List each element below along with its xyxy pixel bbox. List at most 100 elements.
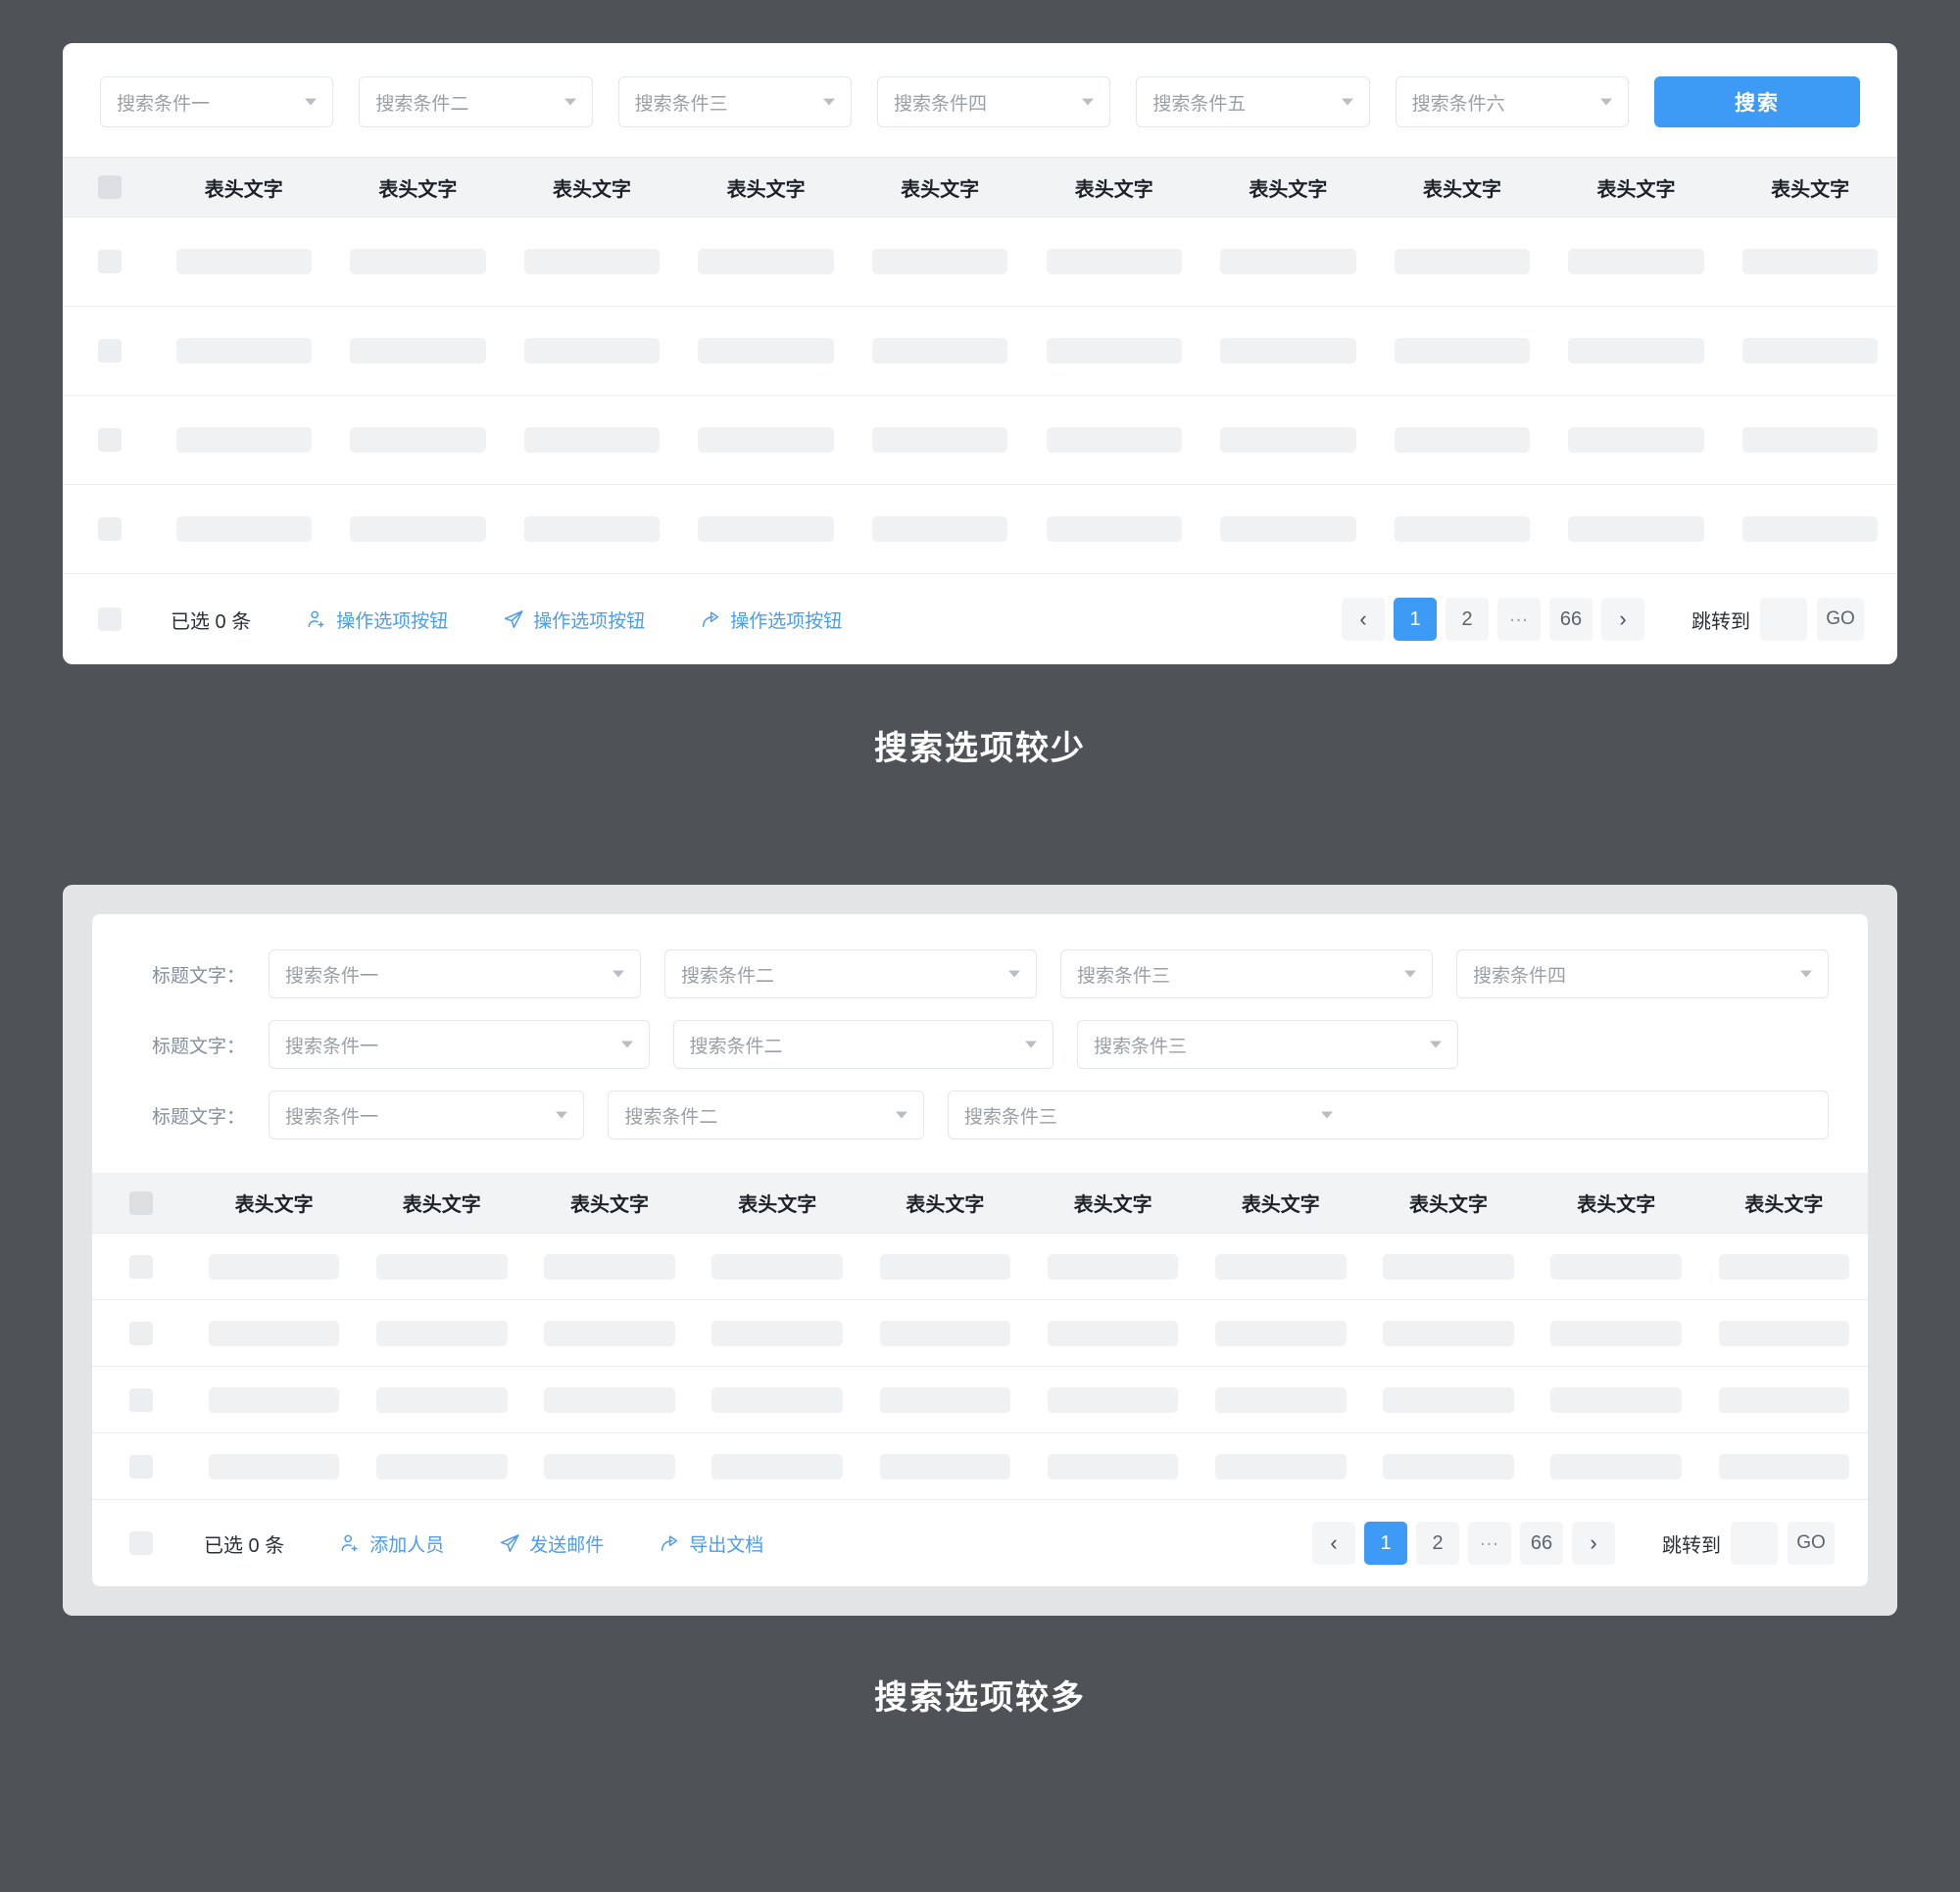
page-button-1[interactable]: 1	[1394, 598, 1437, 641]
table-row[interactable]	[92, 1300, 1868, 1367]
row-checkbox[interactable]	[129, 1254, 153, 1279]
form-select-1-2[interactable]: 搜索条件二	[664, 949, 1037, 998]
page-ellipsis[interactable]: ...	[1468, 1522, 1511, 1565]
chevron-down-icon	[620, 1041, 633, 1048]
table-cell	[157, 338, 331, 364]
header-checkbox-cell[interactable]	[92, 1190, 190, 1215]
row-checkbox-cell[interactable]	[63, 339, 157, 363]
action-button-2[interactable]: 操作选项按钮	[503, 606, 645, 633]
form-select-2-3[interactable]: 搜索条件三	[1077, 1020, 1458, 1069]
table-cell	[1197, 1453, 1364, 1480]
jump-page-input[interactable]	[1760, 598, 1807, 641]
row-checkbox-cell[interactable]	[92, 1321, 190, 1345]
row-checkbox[interactable]	[98, 250, 122, 273]
search-select-6[interactable]: 搜索条件六	[1395, 76, 1629, 127]
row-checkbox-cell[interactable]	[63, 250, 157, 273]
table-row[interactable]	[92, 1367, 1868, 1433]
card-more-search-options: 标题文字： 搜索条件一 搜索条件二 搜索条件三 搜索条件四 标题文字： 搜索条件一 搜索条件二…	[63, 885, 1897, 1616]
row-checkbox[interactable]	[98, 517, 122, 541]
placeholder-bar	[175, 338, 313, 364]
table-row[interactable]	[92, 1433, 1868, 1500]
search-select-1[interactable]: 搜索条件一	[100, 76, 334, 127]
prev-page-button[interactable]: ‹	[1342, 598, 1385, 641]
search-select-4[interactable]: 搜索条件四	[876, 76, 1111, 127]
table-cell	[1375, 516, 1549, 542]
row-checkbox[interactable]	[129, 1454, 153, 1479]
row-checkbox[interactable]	[129, 1321, 153, 1345]
form-select-1-1[interactable]: 搜索条件一	[269, 949, 641, 998]
table-cell	[1029, 1453, 1197, 1480]
table-body	[92, 1234, 1868, 1500]
search-select-3[interactable]: 搜索条件三	[617, 76, 852, 127]
table-row[interactable]	[63, 396, 1897, 485]
select-all-checkbox[interactable]	[98, 175, 122, 199]
row-checkbox-cell[interactable]	[92, 1454, 190, 1479]
form-select-3-1[interactable]: 搜索条件一	[269, 1091, 585, 1140]
go-button[interactable]: GO	[1817, 598, 1864, 641]
search-select-value: 搜索条件三	[634, 93, 728, 115]
table-cell	[679, 516, 854, 542]
action-button-1[interactable]: 添加人员	[339, 1530, 444, 1557]
column-header: 表头文字	[1409, 1194, 1489, 1216]
chevron-down-icon	[1082, 98, 1095, 106]
form-select-3-2[interactable]: 搜索条件二	[608, 1091, 924, 1140]
placeholder-bar	[523, 516, 661, 542]
table-cell	[1029, 1386, 1197, 1413]
placeholder-bar	[1741, 249, 1879, 274]
jump-to-page: 跳转到 GO	[1662, 1522, 1835, 1565]
select-all-checkbox[interactable]	[129, 1531, 153, 1555]
row-checkbox[interactable]	[98, 339, 122, 363]
header-checkbox-cell[interactable]	[63, 175, 157, 199]
table-row[interactable]	[92, 1234, 1868, 1300]
search-select-value: 搜索条件一	[117, 93, 211, 115]
table-footer: 已选 0 条 操作选项按钮 操作选项按钮 操作选项按钮 ‹ 1 2... 66 › 跳转到 …	[63, 574, 1897, 664]
placeholder-bar	[1718, 1453, 1850, 1480]
column-header: 表头文字	[570, 1194, 649, 1216]
select-all-checkbox[interactable]	[129, 1190, 153, 1215]
jump-page-input[interactable]	[1731, 1522, 1778, 1565]
table-row[interactable]	[63, 218, 1897, 307]
next-page-button[interactable]: ›	[1601, 598, 1644, 641]
form-select-1-4[interactable]: 搜索条件四	[1456, 949, 1829, 998]
go-button[interactable]: GO	[1788, 1522, 1835, 1565]
page-button-2[interactable]: 2	[1416, 1522, 1459, 1565]
next-page-button[interactable]: ›	[1572, 1522, 1615, 1565]
form-select-value: 搜索条件四	[1473, 965, 1567, 987]
row-checkbox-cell[interactable]	[63, 517, 157, 541]
placeholder-bar	[350, 338, 486, 364]
page-button-1[interactable]: 1	[1364, 1522, 1407, 1565]
select-all-checkbox[interactable]	[98, 607, 122, 631]
table-cell	[505, 427, 679, 453]
search-button[interactable]: 搜索	[1653, 76, 1860, 127]
send-icon	[499, 1532, 520, 1554]
placeholder-bar	[523, 427, 661, 453]
page-button-66[interactable]: 66	[1549, 598, 1592, 641]
row-checkbox-cell[interactable]	[92, 1387, 190, 1412]
form-select-2-2[interactable]: 搜索条件二	[672, 1020, 1054, 1069]
form-select-3-3[interactable]: 搜索条件三	[947, 1091, 1830, 1140]
selected-count-label: 已选 0 条	[204, 1534, 285, 1557]
form-select-1-3[interactable]: 搜索条件三	[1060, 949, 1433, 998]
action-button-2[interactable]: 发送邮件	[499, 1530, 604, 1557]
row-checkbox-cell[interactable]	[63, 428, 157, 452]
search-select-value: 搜索条件六	[1411, 93, 1505, 115]
page-ellipsis[interactable]: ...	[1497, 598, 1541, 641]
search-select-2[interactable]: 搜索条件二	[359, 76, 593, 127]
search-select-5[interactable]: 搜索条件五	[1136, 76, 1370, 127]
action-button-1[interactable]: 操作选项按钮	[306, 606, 448, 633]
form-select-2-1[interactable]: 搜索条件一	[269, 1020, 650, 1069]
prev-page-button[interactable]: ‹	[1312, 1522, 1355, 1565]
form-row-3: 标题文字： 搜索条件一 搜索条件二 搜索条件三	[131, 1091, 1830, 1140]
table-row[interactable]	[63, 485, 1897, 574]
placeholder-bar	[879, 1253, 1011, 1280]
action-button-3[interactable]: 导出文档	[659, 1530, 763, 1557]
action-button-3[interactable]: 操作选项按钮	[700, 606, 842, 633]
row-checkbox-cell[interactable]	[92, 1254, 190, 1279]
page-button-66[interactable]: 66	[1520, 1522, 1563, 1565]
placeholder-bar	[544, 1320, 675, 1346]
placeholder-bar	[1046, 338, 1183, 364]
table-row[interactable]	[63, 307, 1897, 396]
row-checkbox[interactable]	[129, 1387, 153, 1412]
row-checkbox[interactable]	[98, 428, 122, 452]
page-button-2[interactable]: 2	[1446, 598, 1489, 641]
